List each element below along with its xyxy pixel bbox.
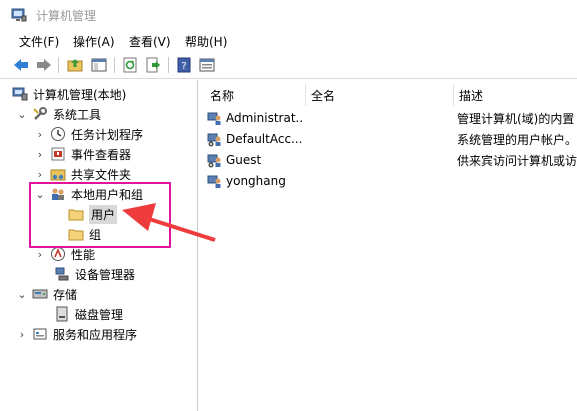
chevron-down-icon[interactable]: ⌄ — [16, 288, 28, 301]
tree-item-storage[interactable]: ⌄ 存储 — [16, 284, 77, 304]
column-header-name[interactable]: 名称 — [205, 84, 305, 106]
user-name: Guest — [226, 153, 262, 167]
services-icon — [33, 328, 47, 340]
menu-action[interactable]: 操作(A) — [73, 33, 115, 50]
show-tree-icon[interactable] — [90, 56, 108, 74]
user-icon — [207, 133, 221, 147]
table-row[interactable]: DefaultAcc... 系统管理的用户帐户。 — [207, 129, 577, 149]
chevron-down-icon[interactable]: ⌄ — [16, 108, 28, 121]
computer-management-icon — [11, 8, 27, 22]
toolbar: ? — [0, 51, 577, 79]
table-row[interactable]: Guest 供来宾访问计算机或访 — [207, 150, 577, 170]
tree-item-task-scheduler[interactable]: › 任务计划程序 — [34, 124, 143, 144]
user-icon — [207, 175, 221, 188]
window-title: 计算机管理 — [36, 9, 97, 23]
user-name: DefaultAcc... — [226, 132, 303, 146]
computer-management-icon — [12, 87, 28, 101]
chevron-right-icon[interactable]: › — [34, 168, 46, 181]
user-name: yonghang — [226, 174, 286, 188]
user-icon — [207, 112, 221, 125]
chevron-right-icon[interactable]: › — [34, 128, 46, 141]
performance-icon — [51, 247, 65, 261]
storage-icon — [32, 289, 48, 299]
clock-icon — [51, 127, 65, 141]
tree-item-device-manager[interactable]: 设备管理器 — [50, 264, 135, 284]
export-icon[interactable] — [144, 56, 162, 74]
tree-item-event-viewer[interactable]: › 事件查看器 — [34, 144, 131, 164]
title-bar: 计算机管理 — [0, 0, 577, 30]
tools-icon — [33, 107, 47, 120]
menu-file[interactable]: 文件(F) — [19, 33, 59, 50]
chevron-right-icon[interactable]: › — [16, 328, 28, 341]
menu-help[interactable]: 帮助(H) — [185, 33, 227, 50]
back-icon[interactable] — [12, 56, 30, 74]
column-header-fullname[interactable]: 全名 — [306, 84, 453, 106]
refresh-icon[interactable] — [121, 56, 139, 74]
event-viewer-icon — [51, 147, 65, 161]
user-description: 供来宾访问计算机或访 — [457, 153, 577, 168]
shared-folder-icon — [50, 169, 66, 181]
forward-icon[interactable] — [35, 56, 53, 74]
svg-text:?: ? — [181, 61, 186, 72]
highlight-annotation-box — [29, 182, 171, 248]
user-name: Administrat... — [226, 111, 304, 125]
table-row[interactable]: Administrat... 管理计算机(域)的内置 — [207, 108, 577, 128]
tree-item-root[interactable]: 计算机管理(本地) — [10, 84, 126, 104]
column-header-description[interactable]: 描述 — [454, 84, 577, 106]
disk-icon — [56, 306, 68, 322]
menu-view[interactable]: 查看(V) — [129, 33, 171, 50]
tree-item-services-apps[interactable]: › 服务和应用程序 — [16, 324, 137, 344]
tree-item-shared-folders[interactable]: › 共享文件夹 — [34, 164, 131, 184]
tree-item-disk-management[interactable]: 磁盘管理 — [50, 304, 123, 324]
chevron-right-icon[interactable]: › — [34, 248, 46, 261]
table-row[interactable]: yonghang — [207, 171, 577, 191]
up-folder-icon[interactable] — [66, 56, 84, 74]
device-manager-icon — [55, 267, 69, 281]
user-description: 管理计算机(域)的内置 — [457, 111, 575, 126]
user-description: 系统管理的用户帐户。 — [457, 132, 577, 147]
user-icon — [207, 154, 221, 168]
tree-item-system-tools[interactable]: ⌄ 系统工具 — [16, 104, 101, 124]
chevron-right-icon[interactable]: › — [34, 148, 46, 161]
menu-bar: 文件(F) 操作(A) 查看(V) 帮助(H) — [0, 30, 577, 51]
properties-icon[interactable] — [198, 56, 216, 74]
help-icon[interactable]: ? — [175, 56, 193, 74]
